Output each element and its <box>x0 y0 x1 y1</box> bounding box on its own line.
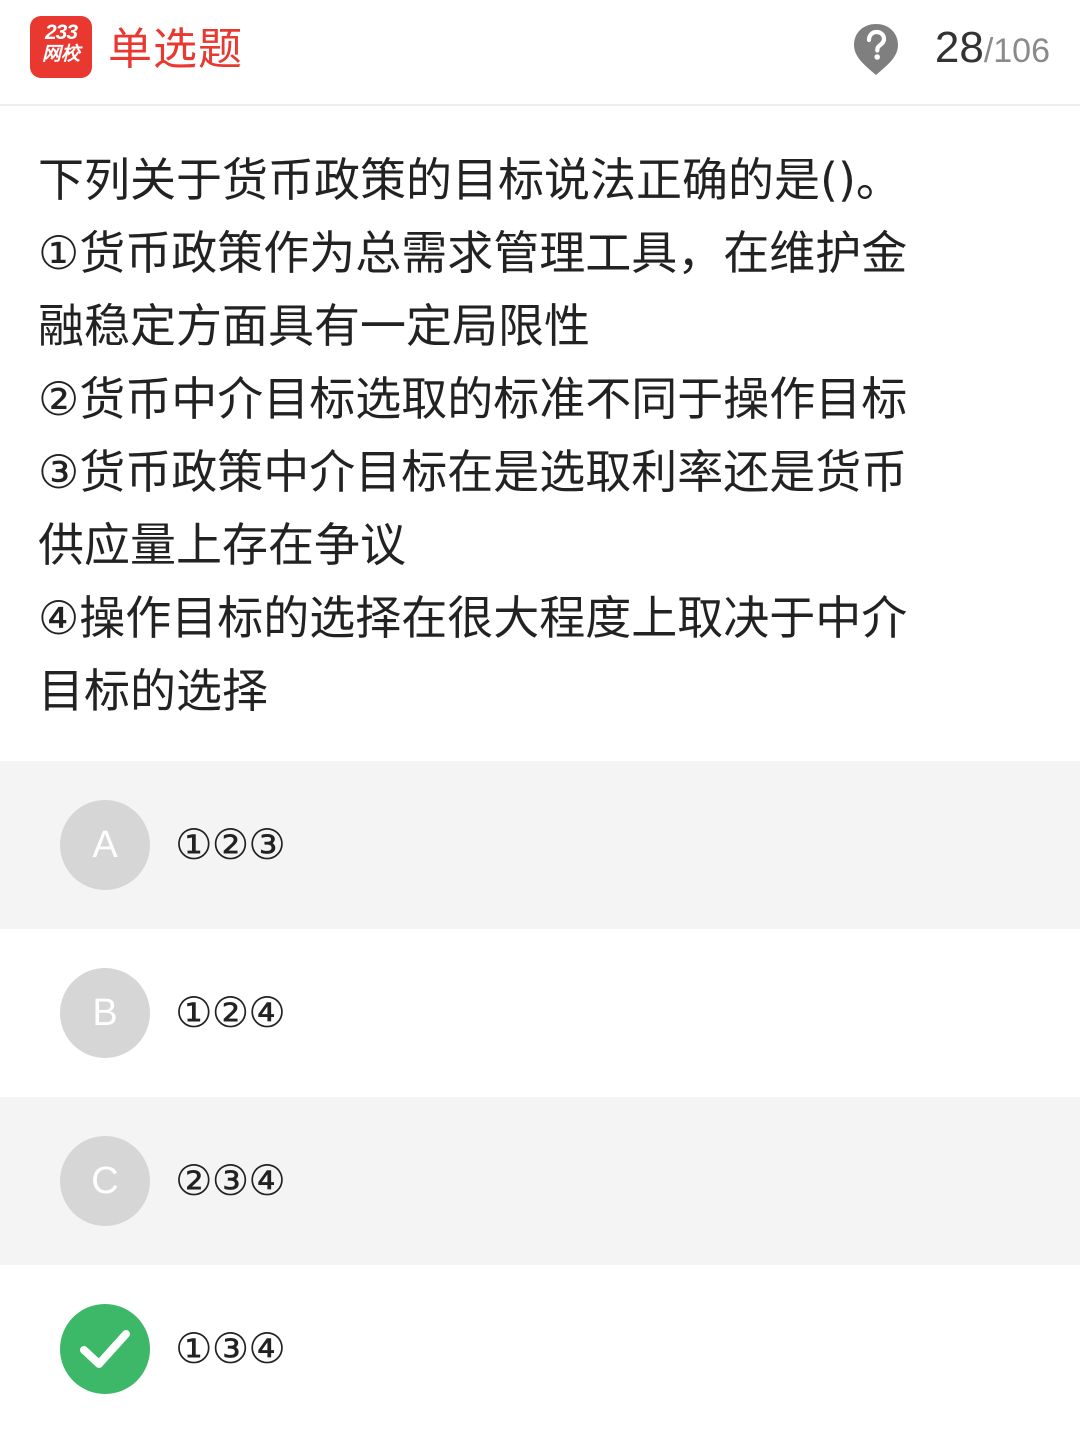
question-location-icon[interactable] <box>852 22 900 76</box>
question-line: ④操作目标的选择在很大程度上取决于中介 <box>38 591 908 645</box>
option-text: ①②④ <box>175 988 286 1037</box>
counter-separator: / <box>983 32 994 70</box>
quiz-page: 233 网校 单选题 28/106 下列关于货币政策的目标说法正确的是()。 ①… <box>0 0 1080 1439</box>
logo-text-bottom: 网校 <box>41 44 80 65</box>
question-line: 供应量上存在争议 <box>38 518 406 572</box>
question-line: 目标的选择 <box>38 664 268 718</box>
option-text: ②③④ <box>175 1156 286 1205</box>
option-text: ①③④ <box>175 1324 286 1373</box>
question-counter: 28/106 <box>935 18 1050 78</box>
question-line: ③货币政策中介目标在是选取利率还是货币 <box>38 445 908 499</box>
option-letter-badge: C <box>60 1136 150 1226</box>
checkmark-icon <box>80 1330 130 1368</box>
question-type-title: 单选题 <box>108 24 243 75</box>
question-line: 下列关于货币政策的目标说法正确的是()。 <box>38 153 902 207</box>
option-c[interactable]: C ②③④ <box>0 1097 1080 1265</box>
option-b[interactable]: B ①②④ <box>0 929 1080 1097</box>
correct-answer-badge <box>60 1304 150 1394</box>
question-line: ②货币中介目标选取的标准不同于操作目标 <box>38 372 908 426</box>
question-line: ①货币政策作为总需求管理工具，在维护金 <box>38 226 908 280</box>
option-d[interactable]: ①③④ <box>0 1265 1080 1433</box>
option-text: ①②③ <box>175 820 286 869</box>
current-question-number: 28 <box>934 23 984 72</box>
option-letter-badge: A <box>60 800 150 890</box>
option-letter-badge: B <box>60 968 150 1058</box>
app-logo: 233 网校 <box>30 16 92 78</box>
total-question-number: 106 <box>993 32 1050 70</box>
option-a[interactable]: A ①②③ <box>0 761 1080 929</box>
question-line: 融稳定方面具有一定局限性 <box>38 299 590 353</box>
logo-text-top: 233 <box>44 21 78 44</box>
question-stem: 下列关于货币政策的目标说法正确的是()。 ①货币政策作为总需求管理工具，在维护金… <box>38 144 1048 728</box>
header-bar: 233 网校 单选题 28/106 <box>0 0 1080 106</box>
